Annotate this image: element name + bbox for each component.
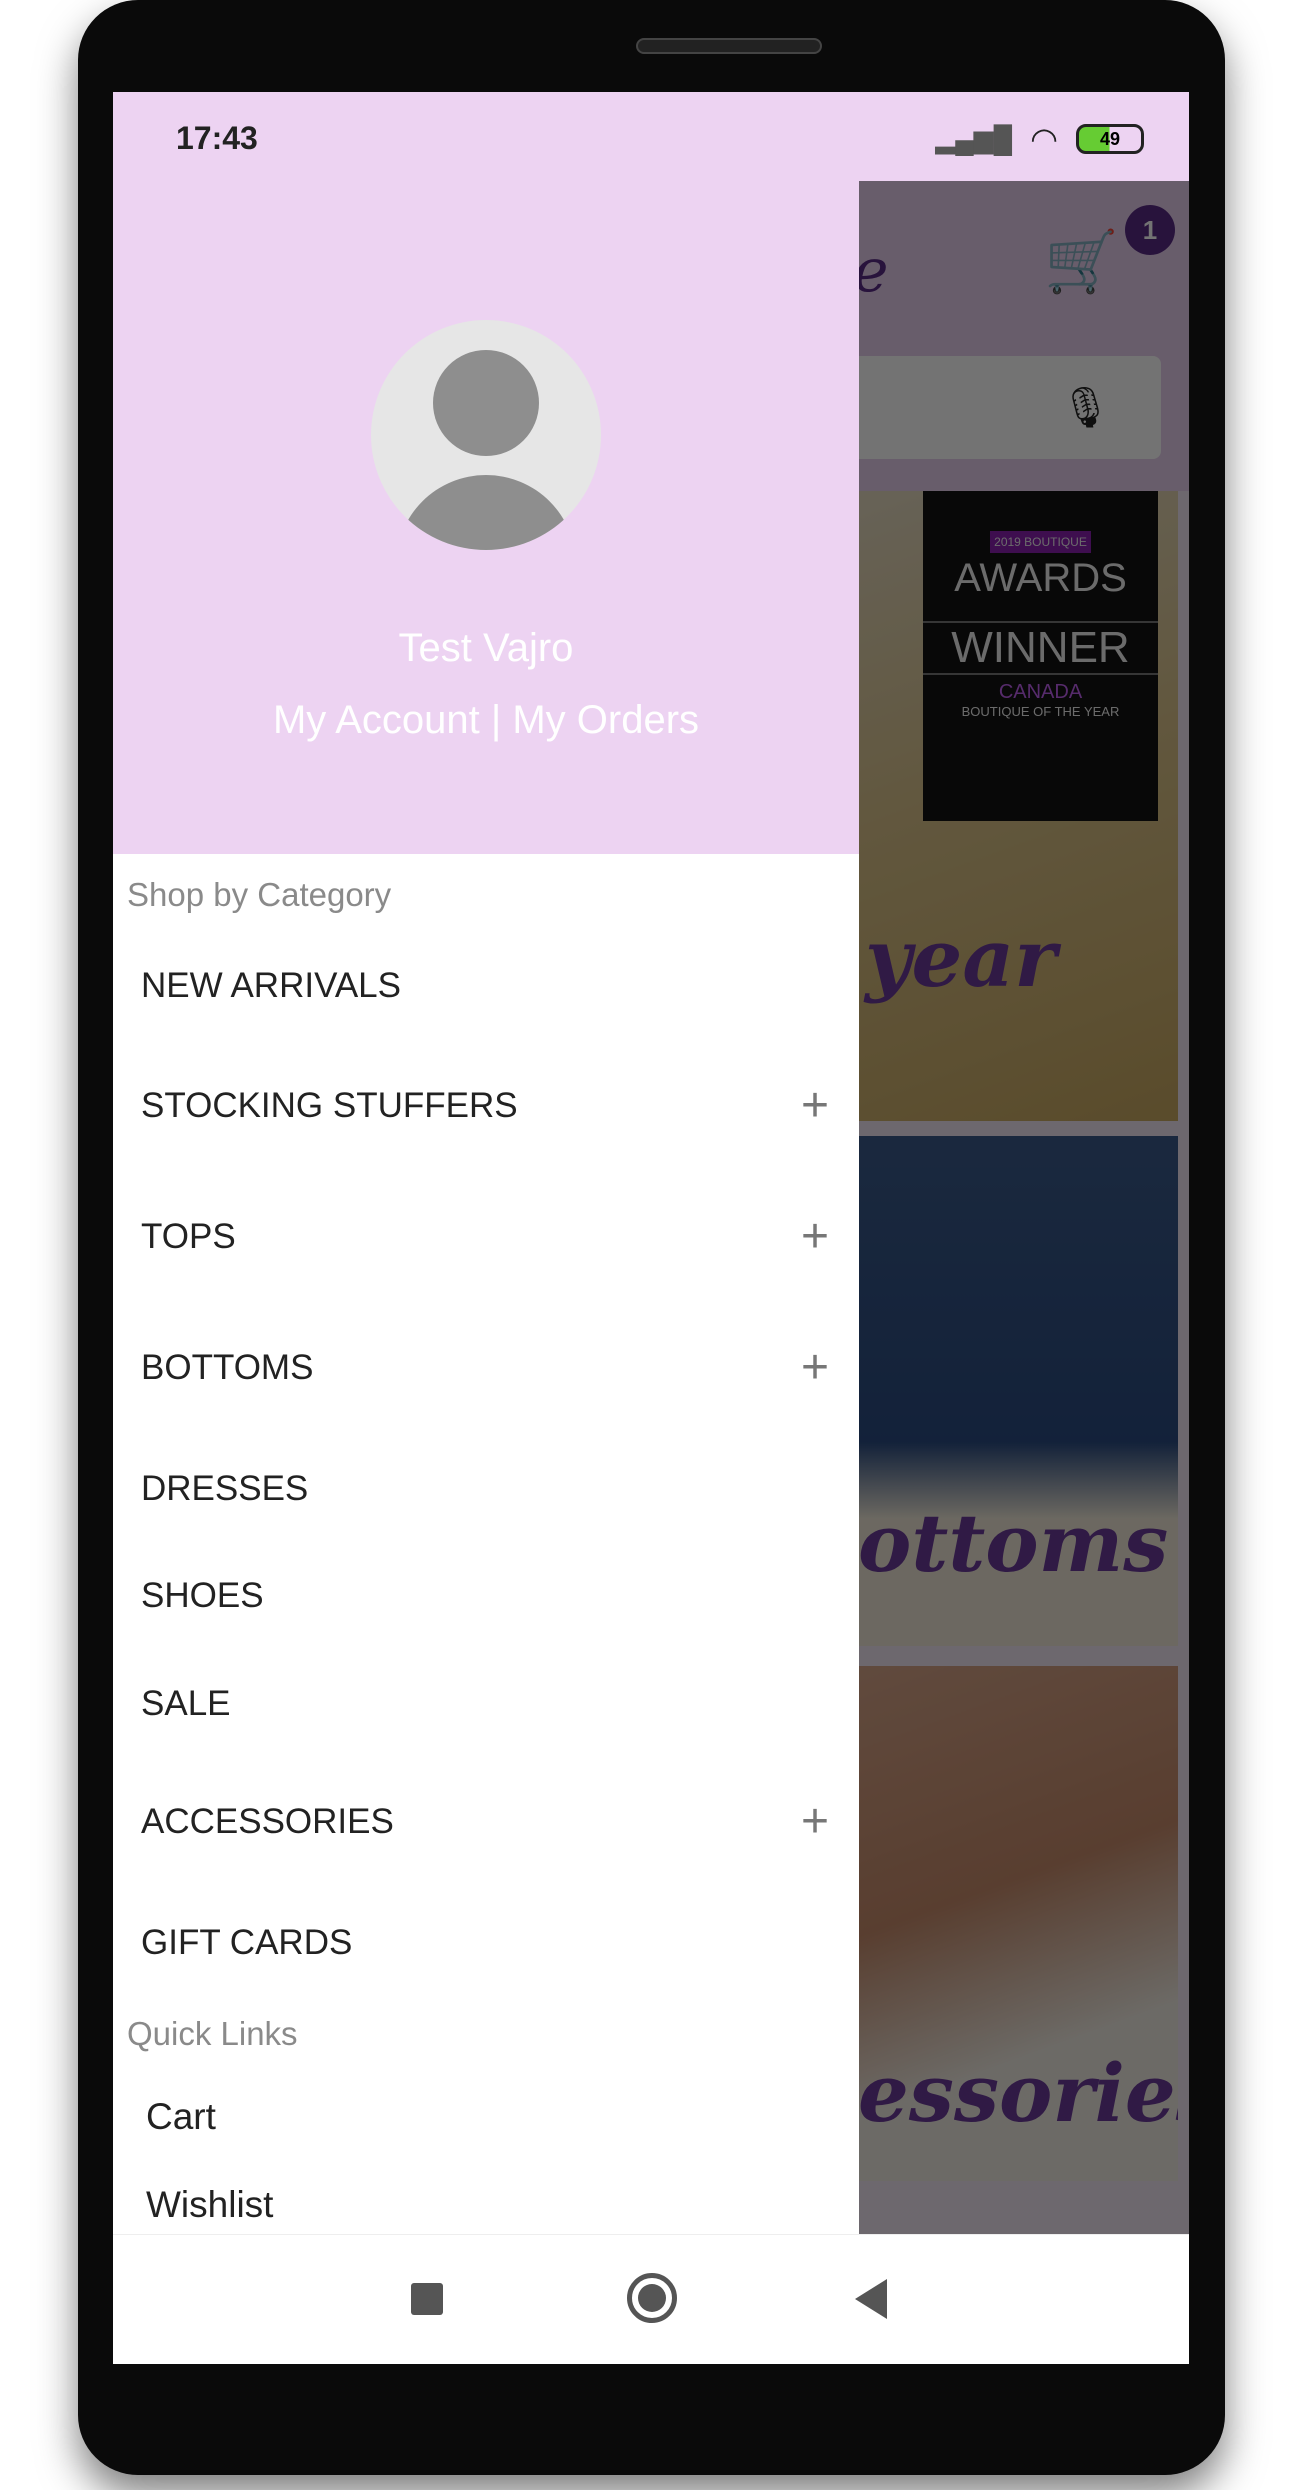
category-label: STOCKING STUFFERS (141, 1086, 518, 1125)
category-label: BOTTOMS (141, 1348, 314, 1387)
award-country: CANADA (998, 681, 1083, 703)
status-time: 17:43 (176, 120, 258, 156)
category-stocking-stuffers[interactable]: STOCKING STUFFERS + (141, 1076, 829, 1136)
category-label: ACCESSORIES (141, 1802, 394, 1841)
award-tag: 2019 BOUTIQUE (990, 531, 1091, 553)
navigation-drawer: Test Vajro My Account | My Orders Shop b… (113, 181, 859, 2326)
category-label: DRESSES (141, 1469, 309, 1508)
wifi-icon: ◠ (1030, 121, 1058, 157)
category-dresses[interactable]: DRESSES (141, 1459, 829, 1519)
expand-icon[interactable]: + (801, 1792, 829, 1852)
back-button[interactable] (855, 2279, 887, 2319)
quick-link-cart[interactable]: Cart (146, 2096, 216, 2138)
signal-icon: ▂▄▆█ (935, 123, 1013, 154)
category-label: GIFT CARDS (141, 1923, 353, 1962)
category-shoes[interactable]: SHOES (141, 1566, 829, 1626)
drawer-header: Test Vajro My Account | My Orders (113, 181, 859, 854)
expand-icon[interactable]: + (801, 1076, 829, 1136)
category-label: NEW ARRIVALS (141, 966, 401, 1005)
screen: 17:43 ▂▄▆█ ◠ 49 e 🛒 1 🎙 2019 BOUTIQUE AW… (113, 92, 1189, 2364)
mic-icon[interactable]: 🎙 (1060, 384, 1111, 431)
category-gift-cards[interactable]: GIFT CARDS (141, 1913, 829, 1973)
home-button[interactable] (627, 2273, 677, 2323)
banner-label: year (865, 911, 1057, 1005)
section-shop-by-category: Shop by Category (127, 876, 392, 913)
user-name: Test Vajro (398, 626, 574, 670)
banner-label: ottoms (858, 1496, 1169, 1590)
account-links[interactable]: My Account | My Orders (113, 698, 859, 743)
category-bottoms[interactable]: BOTTOMS + (141, 1338, 829, 1398)
recents-button[interactable] (411, 2283, 443, 2315)
cart-badge: 1 (1125, 205, 1175, 255)
system-nav-bar (113, 2234, 1189, 2364)
award-winner: WINNER (923, 621, 1158, 675)
category-label: SHOES (141, 1576, 264, 1615)
category-label: TOPS (141, 1217, 236, 1256)
award-title: AWARDS (954, 556, 1127, 600)
category-accessories[interactable]: ACCESSORIES + (141, 1792, 829, 1852)
award-badge: 2019 BOUTIQUE AWARDS WINNER CANADA BOUTI… (923, 491, 1158, 821)
quick-link-wishlist[interactable]: Wishlist (146, 2184, 273, 2226)
category-label: SALE (141, 1684, 231, 1723)
banner-label: essories (858, 2046, 1178, 2140)
avatar[interactable] (371, 320, 601, 550)
category-new-arrivals[interactable]: NEW ARRIVALS (141, 956, 829, 1016)
battery-icon: 49 (1076, 124, 1144, 154)
section-quick-links: Quick Links (127, 2015, 298, 2052)
cart-icon[interactable]: 🛒 (1044, 226, 1119, 297)
category-sale[interactable]: SALE (141, 1674, 829, 1734)
status-bar: 17:43 ▂▄▆█ ◠ 49 (113, 92, 1189, 181)
category-tops[interactable]: TOPS + (141, 1207, 829, 1267)
expand-icon[interactable]: + (801, 1338, 829, 1398)
award-subtitle: BOUTIQUE OF THE YEAR (961, 704, 1120, 719)
speaker-grille (636, 38, 822, 54)
expand-icon[interactable]: + (801, 1207, 829, 1267)
